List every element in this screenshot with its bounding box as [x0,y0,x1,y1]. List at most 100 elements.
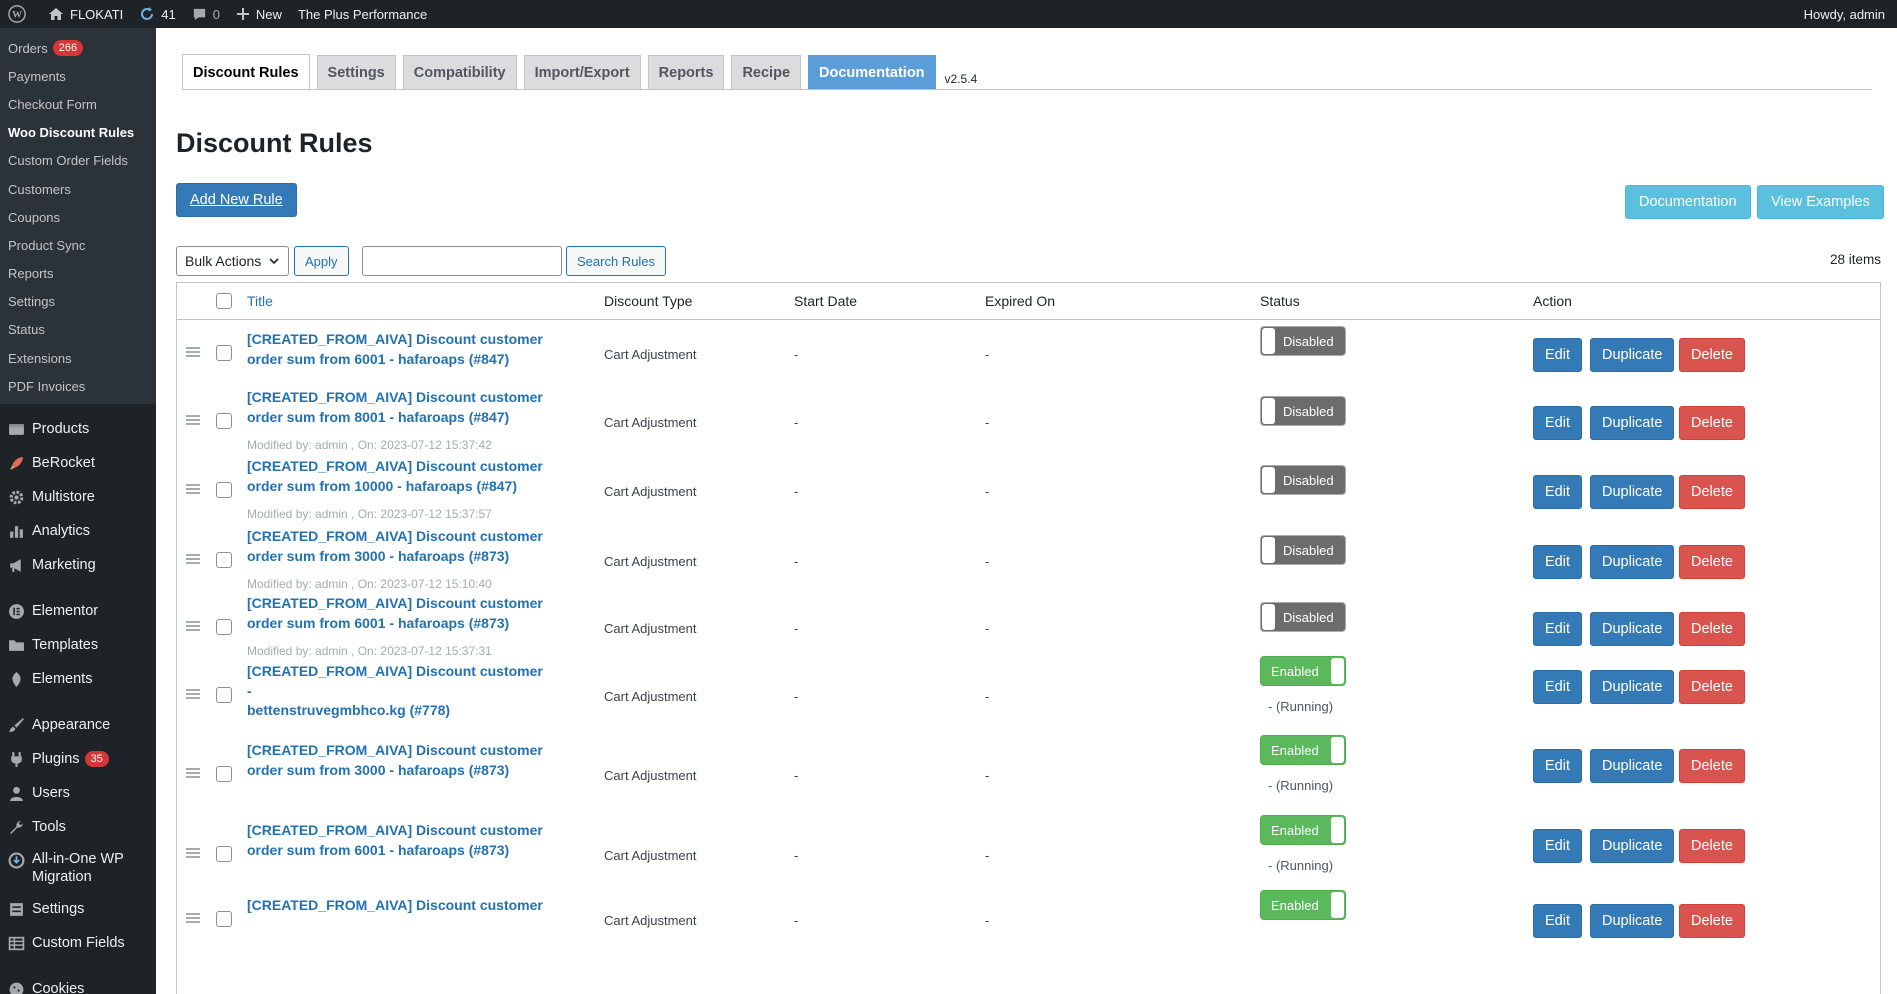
menu-item-cookies[interactable]: Cookies [0,972,156,994]
submenu-item-woo-discount-rules[interactable]: Woo Discount Rules [0,119,156,147]
edit-button[interactable]: Edit [1533,612,1582,646]
bulk-actions-select[interactable]: Bulk Actions [176,246,289,276]
updates-link[interactable]: 41 [131,0,183,28]
drag-handle-icon[interactable] [185,912,201,927]
edit-button[interactable]: Edit [1533,670,1582,704]
menu-item-multistore[interactable]: Multistore [0,480,156,514]
select-all-checkbox[interactable] [216,293,232,309]
edit-button[interactable]: Edit [1533,338,1582,372]
search-rules-button[interactable]: Search Rules [566,246,667,276]
search-rules-input[interactable] [362,246,562,276]
status-toggle[interactable]: Disabled [1260,396,1346,426]
status-toggle[interactable]: Disabled [1260,465,1346,495]
submenu-item-checkout-form[interactable]: Checkout Form [0,90,156,118]
status-toggle[interactable]: Disabled [1260,602,1346,632]
wordpress-logo-icon[interactable]: W [0,0,40,28]
delete-button[interactable]: Delete [1679,670,1745,704]
drag-handle-icon[interactable] [185,346,201,361]
tab-compatibility[interactable]: Compatibility [402,55,517,90]
rule-title-link[interactable]: [CREATED_FROM_AIVA] Discount customer ord… [247,741,547,780]
menu-item-plugins[interactable]: Plugins 35 [0,742,156,776]
duplicate-button[interactable]: Duplicate [1590,749,1675,783]
menu-item-berocket[interactable]: BeRocket [0,446,156,480]
status-toggle[interactable]: Enabled [1260,656,1346,686]
duplicate-button[interactable]: Duplicate [1590,475,1675,509]
status-toggle[interactable]: Disabled [1260,535,1346,565]
tab-discount-rules[interactable]: Discount Rules [182,54,310,90]
row-checkbox[interactable] [216,619,232,635]
submenu-item-settings[interactable]: Settings [0,288,156,316]
duplicate-button[interactable]: Duplicate [1590,829,1675,863]
tab-documentation[interactable]: Documentation [808,55,936,90]
status-toggle[interactable]: Enabled [1260,735,1346,765]
submenu-item-status[interactable]: Status [0,316,156,344]
edit-button[interactable]: Edit [1533,829,1582,863]
submenu-item-product-sync[interactable]: Product Sync [0,231,156,259]
status-toggle[interactable]: Disabled [1260,326,1346,356]
row-checkbox[interactable] [216,687,232,703]
menu-item-marketing[interactable]: Marketing [0,548,156,582]
menu-item-analytics[interactable]: Analytics [0,514,156,548]
tab-recipe[interactable]: Recipe [731,55,802,90]
menu-item-appearance[interactable]: Appearance [0,708,156,742]
submenu-item-reports[interactable]: Reports [0,260,156,288]
row-checkbox[interactable] [216,911,232,927]
submenu-item-orders[interactable]: Orders 266 [0,34,156,62]
row-checkbox[interactable] [216,413,232,429]
account-link[interactable]: Howdy, admin [1796,0,1897,28]
menu-item-users[interactable]: Users [0,776,156,810]
submenu-item-custom-order-fields[interactable]: Custom Order Fields [0,147,156,175]
rule-title-link[interactable]: [CREATED_FROM_AIVA] Discount customer [247,896,547,916]
duplicate-button[interactable]: Duplicate [1590,612,1675,646]
submenu-item-coupons[interactable]: Coupons [0,203,156,231]
duplicate-button[interactable]: Duplicate [1590,406,1675,440]
new-content-link[interactable]: New [228,0,290,28]
rule-title-link[interactable]: [CREATED_FROM_AIVA] Discount customer - b… [247,662,547,721]
menu-item-elementor[interactable]: Elementor [0,594,156,628]
tab-import-export[interactable]: Import/Export [523,55,641,90]
drag-handle-icon[interactable] [185,483,201,498]
delete-button[interactable]: Delete [1679,338,1745,372]
apply-button[interactable]: Apply [294,246,349,276]
menu-item-products[interactable]: Products [0,412,156,446]
delete-button[interactable]: Delete [1679,545,1745,579]
plus-performance-link[interactable]: The Plus Performance [290,0,435,28]
menu-item-elements[interactable]: Elements [0,662,156,696]
edit-button[interactable]: Edit [1533,406,1582,440]
tab-settings[interactable]: Settings [316,55,396,90]
rule-title-link[interactable]: [CREATED_FROM_AIVA] Discount customer ord… [247,330,547,369]
row-checkbox[interactable] [216,482,232,498]
rule-title-link[interactable]: [CREATED_FROM_AIVA] Discount customer ord… [247,821,547,860]
comments-link[interactable]: 0 [184,0,228,28]
edit-button[interactable]: Edit [1533,545,1582,579]
edit-button[interactable]: Edit [1533,904,1582,938]
delete-button[interactable]: Delete [1679,904,1745,938]
rule-title-link[interactable]: [CREATED_FROM_AIVA] Discount customer ord… [247,527,547,566]
delete-button[interactable]: Delete [1679,829,1745,863]
rule-title-link[interactable]: [CREATED_FROM_AIVA] Discount customer ord… [247,594,547,633]
drag-handle-icon[interactable] [185,414,201,429]
submenu-item-customers[interactable]: Customers [0,175,156,203]
view-examples-button[interactable]: View Examples [1757,185,1884,219]
rule-title-link[interactable]: [CREATED_FROM_AIVA] Discount customer ord… [247,388,547,427]
delete-button[interactable]: Delete [1679,406,1745,440]
status-toggle[interactable]: Enabled [1260,890,1346,920]
edit-button[interactable]: Edit [1533,749,1582,783]
row-checkbox[interactable] [216,846,232,862]
delete-button[interactable]: Delete [1679,749,1745,783]
duplicate-button[interactable]: Duplicate [1590,545,1675,579]
duplicate-button[interactable]: Duplicate [1590,904,1675,938]
delete-button[interactable]: Delete [1679,475,1745,509]
duplicate-button[interactable]: Duplicate [1590,670,1675,704]
row-checkbox[interactable] [216,345,232,361]
row-checkbox[interactable] [216,766,232,782]
status-toggle[interactable]: Enabled [1260,815,1346,845]
drag-handle-icon[interactable] [185,767,201,782]
title-column-header[interactable]: Title [247,293,273,309]
menu-item-all-in-one-wp-migration[interactable]: All-in-One WP Migration [0,844,156,892]
tab-reports[interactable]: Reports [647,55,725,90]
menu-item-settings[interactable]: Settings [0,892,156,926]
edit-button[interactable]: Edit [1533,475,1582,509]
menu-item-tools[interactable]: Tools [0,810,156,844]
submenu-item-pdf-invoices[interactable]: PDF Invoices [0,372,156,400]
